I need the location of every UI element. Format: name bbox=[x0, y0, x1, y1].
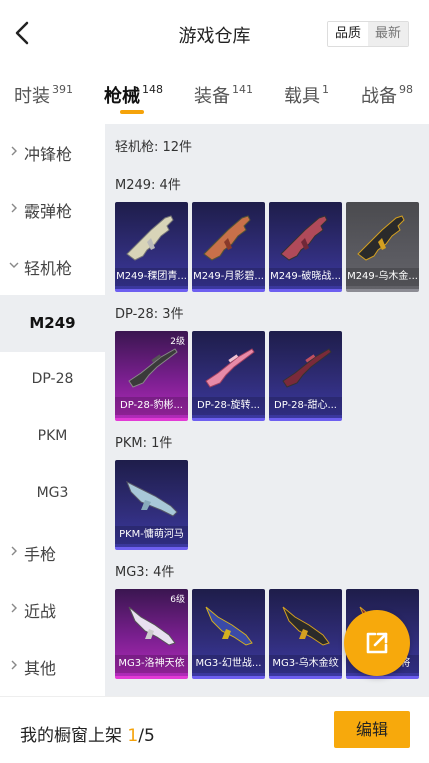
sidebar-item-dp28[interactable]: DP-28 bbox=[0, 352, 105, 409]
tab-label: 枪械 bbox=[104, 86, 140, 107]
gun-icon bbox=[357, 215, 405, 261]
skin-name: DP-28-豹彬... bbox=[115, 397, 188, 415]
sidebar-item-smg[interactable]: 冲锋枪 bbox=[0, 124, 105, 181]
gun-icon bbox=[205, 606, 253, 646]
tab-guns[interactable]: 枪械 148 bbox=[104, 82, 163, 108]
skin-card[interactable]: M249-乌木金... bbox=[346, 202, 419, 292]
skin-card[interactable]: MG3-幻世战... bbox=[192, 589, 265, 679]
category-tabs: 时装 391 枪械 148 装备 141 载具 1 战备 98 bbox=[0, 66, 429, 122]
sidebar-item-mg3[interactable]: MG3 bbox=[0, 466, 105, 523]
skin-name: M249-破晓战... bbox=[269, 268, 342, 286]
sort-latest-button[interactable]: 最新 bbox=[368, 22, 408, 46]
sidebar-item-other[interactable]: 其他 bbox=[0, 638, 105, 695]
skin-level-badge: 6级 bbox=[170, 595, 185, 605]
skin-card[interactable]: 2级 DP-28-豹彬... bbox=[115, 331, 188, 421]
tab-label: 时装 bbox=[14, 86, 50, 107]
sidebar-item-shotgun[interactable]: 霰弹枪 bbox=[0, 181, 105, 238]
chevron-right-icon bbox=[11, 603, 17, 613]
sidebar-item-label: DP-28 bbox=[31, 371, 74, 387]
gun-icon bbox=[282, 348, 332, 388]
skin-card[interactable]: DP-28-甜心... bbox=[269, 331, 342, 421]
tab-supplies[interactable]: 战备 98 bbox=[361, 82, 413, 108]
skin-name: M249-乌木金... bbox=[346, 268, 419, 286]
category-summary: 轻机枪: 12件 bbox=[115, 140, 193, 155]
sidebar-item-lmg[interactable]: 轻机枪 bbox=[0, 238, 105, 295]
sidebar-item-label: 霰弹枪 bbox=[24, 202, 73, 221]
tab-label: 载具 bbox=[284, 86, 320, 107]
sidebar-item-pkm[interactable]: PKM bbox=[0, 409, 105, 466]
sidebar-item-melee[interactable]: 近战 bbox=[0, 581, 105, 638]
skin-card[interactable]: MG3-乌木金纹 bbox=[269, 589, 342, 679]
sidebar-item-label: 手枪 bbox=[24, 545, 57, 564]
skin-name: PKM-慵萌河马 bbox=[115, 526, 188, 544]
sidebar-item-m249[interactable]: M249 bbox=[0, 295, 105, 352]
chevron-right-icon bbox=[11, 660, 17, 670]
sidebar-item-label: 其他 bbox=[24, 659, 57, 678]
sidebar-item-label: PKM bbox=[37, 428, 68, 444]
chevron-right-icon bbox=[11, 546, 17, 556]
sort-quality-button[interactable]: 品质 bbox=[328, 22, 368, 46]
tab-count: 1 bbox=[322, 83, 329, 96]
showcase-status: 我的橱窗上架 1/5 bbox=[20, 721, 155, 746]
active-tab-indicator bbox=[120, 110, 144, 114]
gun-icon bbox=[280, 215, 328, 261]
tab-fashion[interactable]: 时装 391 bbox=[14, 82, 73, 108]
skin-card[interactable]: DP-28-旋转... bbox=[192, 331, 265, 421]
share-floating-button[interactable] bbox=[344, 610, 410, 676]
showcase-current-count: 1 bbox=[127, 726, 139, 746]
sidebar-item-label: 轻机枪 bbox=[24, 259, 73, 278]
sidebar-item-label: 冲锋枪 bbox=[24, 145, 73, 164]
section-title-dp28: DP-28: 3件 bbox=[115, 307, 184, 322]
gun-icon bbox=[205, 348, 255, 388]
section-title-pkm: PKM: 1件 bbox=[115, 436, 173, 451]
tab-equipment[interactable]: 装备 141 bbox=[194, 82, 253, 108]
showcase-footer: 我的橱窗上架 1/5 编辑 bbox=[0, 696, 429, 763]
skin-name: DP-28-甜心... bbox=[269, 397, 342, 415]
skin-name: MG3-乌木金纹 bbox=[269, 655, 342, 673]
skin-name: M249-稞团青... bbox=[115, 268, 188, 286]
tab-vehicles[interactable]: 载具 1 bbox=[284, 82, 329, 108]
external-link-icon bbox=[366, 632, 388, 654]
tab-count: 148 bbox=[142, 83, 163, 96]
skin-card[interactable]: M249-月影碧... bbox=[192, 202, 265, 292]
skin-card[interactable]: M249-破晓战... bbox=[269, 202, 342, 292]
chevron-down-icon bbox=[9, 262, 19, 268]
sidebar-item-label: M249 bbox=[29, 314, 76, 332]
edit-button[interactable]: 编辑 bbox=[334, 711, 410, 748]
sidebar-item-pistol[interactable]: 手枪 bbox=[0, 524, 105, 581]
gun-icon bbox=[282, 606, 330, 646]
section-title-mg3: MG3: 4件 bbox=[115, 565, 175, 580]
chevron-right-icon bbox=[11, 203, 17, 213]
showcase-total-count: /5 bbox=[138, 726, 155, 746]
section-title-m249: M249: 4件 bbox=[115, 178, 181, 193]
showcase-label: 我的橱窗上架 bbox=[20, 726, 122, 746]
skin-name: MG3-幻世战... bbox=[192, 655, 265, 673]
gun-icon bbox=[126, 215, 174, 261]
tab-label: 战备 bbox=[361, 86, 397, 107]
gun-icon bbox=[203, 215, 251, 261]
chevron-right-icon bbox=[11, 146, 17, 156]
skin-card[interactable]: PKM-慵萌河马 bbox=[115, 460, 188, 550]
skin-card[interactable]: 6级 MG3-洛神天依 bbox=[115, 589, 188, 679]
skin-name: MG3-洛神天依 bbox=[115, 655, 188, 673]
gun-icon bbox=[126, 480, 178, 517]
tab-count: 98 bbox=[399, 83, 413, 96]
sidebar-item-label: 近战 bbox=[24, 602, 57, 621]
tab-count: 391 bbox=[52, 83, 73, 96]
skin-level-badge: 2级 bbox=[170, 337, 185, 347]
app-header: 游戏仓库 品质 最新 bbox=[0, 0, 429, 66]
skin-card[interactable]: M249-稞团青... bbox=[115, 202, 188, 292]
skin-name: M249-月影碧... bbox=[192, 268, 265, 286]
tab-label: 装备 bbox=[194, 86, 230, 107]
weapon-type-sidebar: 冲锋枪 霰弹枪 轻机枪 M249 DP-28 PKM MG3 手枪 近战 其他 bbox=[0, 124, 105, 696]
skin-name: DP-28-旋转... bbox=[192, 397, 265, 415]
tab-count: 141 bbox=[232, 83, 253, 96]
sort-toggle: 品质 最新 bbox=[327, 21, 409, 47]
sidebar-item-label: MG3 bbox=[36, 485, 69, 501]
